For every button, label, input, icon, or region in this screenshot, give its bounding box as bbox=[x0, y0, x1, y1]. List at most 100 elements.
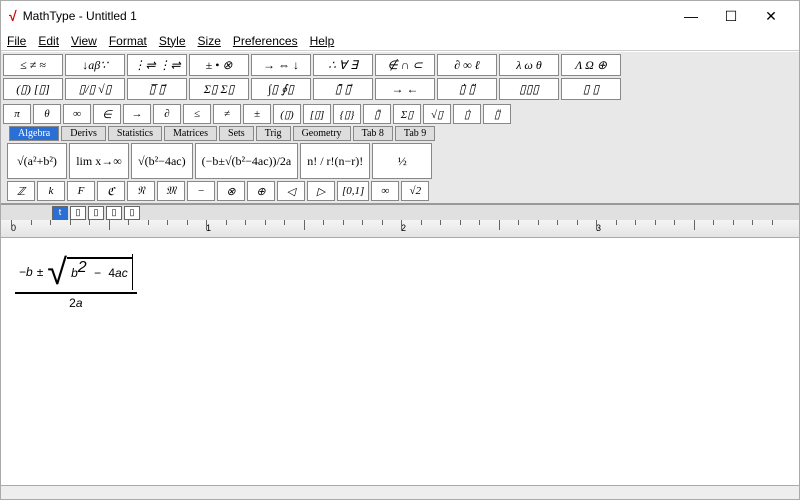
glyph-2[interactable]: F bbox=[67, 181, 95, 201]
menu-size[interactable]: Size bbox=[198, 34, 221, 48]
eq-2: 2 bbox=[69, 296, 76, 310]
glyph-11[interactable]: [0,1] bbox=[337, 181, 369, 201]
menu-help[interactable]: Help bbox=[310, 34, 335, 48]
palette-templates-7[interactable]: ▯̇ ▯̈ bbox=[437, 78, 497, 100]
sqrt-icon: √ bbox=[47, 257, 67, 287]
view-mode-4[interactable]: ▯ bbox=[124, 206, 140, 220]
view-mode-2[interactable]: ▯ bbox=[88, 206, 104, 220]
palette-templates-8[interactable]: ▯▯▯ bbox=[499, 78, 559, 100]
eq-a: a bbox=[115, 266, 122, 280]
eq-c: c bbox=[122, 266, 128, 280]
view-mode-0[interactable]: t bbox=[52, 206, 68, 220]
palette-relations-5[interactable]: ∴ ∀ ∃ bbox=[313, 54, 373, 76]
glyph-7[interactable]: ⊗ bbox=[217, 181, 245, 201]
menu-style[interactable]: Style bbox=[159, 34, 186, 48]
eq-plusminus: ± bbox=[37, 265, 44, 279]
symbol-btn-8[interactable]: ± bbox=[243, 104, 271, 124]
equation-canvas[interactable]: − b ± √ b2 − 4ac 2a bbox=[1, 238, 799, 485]
symbol-btn-14[interactable]: √▯ bbox=[423, 104, 451, 124]
palette-templates-6[interactable]: → ← bbox=[375, 78, 435, 100]
glyph-9[interactable]: ◁ bbox=[277, 181, 305, 201]
glyph-12[interactable]: ∞ bbox=[371, 181, 399, 201]
tab-geometry[interactable]: Geometry bbox=[293, 126, 351, 141]
eq-b: b bbox=[26, 265, 33, 279]
palette-templates-4[interactable]: ∫▯ ∮▯ bbox=[251, 78, 311, 100]
template-2[interactable]: √(b²−4ac) bbox=[131, 143, 193, 179]
symbol-btn-11[interactable]: {▯} bbox=[333, 104, 361, 124]
title-bar: √ MathType - Untitled 1 — ☐ ✕ bbox=[1, 1, 799, 31]
view-mode-1[interactable]: ▯ bbox=[70, 206, 86, 220]
palette-relations-6[interactable]: ∉ ∩ ⊂ bbox=[375, 54, 435, 76]
glyph-6[interactable]: − bbox=[187, 181, 215, 201]
palette-relations-4[interactable]: → ⇔ ↓ bbox=[251, 54, 311, 76]
palette-templates-5[interactable]: ▯̄ ▯⃗ bbox=[313, 78, 373, 100]
app-logo-icon: √ bbox=[9, 8, 17, 24]
menu-file[interactable]: File bbox=[7, 34, 26, 48]
palette-templates-0[interactable]: (▯) [▯] bbox=[3, 78, 63, 100]
symbol-btn-3[interactable]: ∈ bbox=[93, 104, 121, 124]
menu-view[interactable]: View bbox=[71, 34, 97, 48]
template-4[interactable]: n! / r!(n−r)! bbox=[300, 143, 370, 179]
symbol-btn-5[interactable]: ∂ bbox=[153, 104, 181, 124]
eq-minus: − bbox=[19, 265, 26, 279]
symbol-btn-4[interactable]: → bbox=[123, 104, 151, 124]
tab-matrices[interactable]: Matrices bbox=[164, 126, 217, 141]
symbol-btn-1[interactable]: θ bbox=[33, 104, 61, 124]
symbol-btn-9[interactable]: (▯) bbox=[273, 104, 301, 124]
symbol-btn-0[interactable]: π bbox=[3, 104, 31, 124]
palette-relations-8[interactable]: λ ω θ bbox=[499, 54, 559, 76]
glyph-5[interactable]: 𝔐 bbox=[157, 181, 185, 201]
close-button[interactable]: ✕ bbox=[751, 8, 791, 25]
tab-trig[interactable]: Trig bbox=[256, 126, 291, 141]
tab-derivs[interactable]: Derivs bbox=[61, 126, 106, 141]
palette-templates-1[interactable]: ▯/▯ √▯ bbox=[65, 78, 125, 100]
palette-relations-1[interactable]: ↓aβ∵ bbox=[65, 54, 125, 76]
eq-b2: b bbox=[71, 266, 78, 280]
view-toolbar: t▯▯▯▯ bbox=[1, 204, 799, 220]
template-3[interactable]: (−b±√(b²−4ac))/2a bbox=[195, 143, 299, 179]
symbol-btn-2[interactable]: ∞ bbox=[63, 104, 91, 124]
horizontal-scrollbar[interactable] bbox=[1, 485, 799, 499]
glyph-10[interactable]: ▷ bbox=[307, 181, 335, 201]
eq-sq: 2 bbox=[78, 259, 87, 276]
tool-panel: ≤ ≠ ≈↓aβ∵⋮⇌ ⋮⇌± • ⊗→ ⇔ ↓∴ ∀ ∃∉ ∩ ⊂∂ ∞ ℓλ… bbox=[1, 51, 799, 204]
tab-tab8[interactable]: Tab 8 bbox=[353, 126, 393, 141]
maximize-button[interactable]: ☐ bbox=[711, 8, 751, 25]
text-cursor bbox=[132, 254, 133, 290]
palette-templates-3[interactable]: Σ▯ Σ▯ bbox=[189, 78, 249, 100]
palette-templates-9[interactable]: ▯ ▯ bbox=[561, 78, 621, 100]
palette-relations-3[interactable]: ± • ⊗ bbox=[189, 54, 249, 76]
symbol-btn-12[interactable]: ▯̄ bbox=[363, 104, 391, 124]
template-1[interactable]: lim x→∞ bbox=[69, 143, 129, 179]
template-0[interactable]: √(a²+b²) bbox=[7, 143, 67, 179]
palette-relations-2[interactable]: ⋮⇌ ⋮⇌ bbox=[127, 54, 187, 76]
symbol-btn-6[interactable]: ≤ bbox=[183, 104, 211, 124]
palette-templates-2[interactable]: ▯̅ ▯⃗ bbox=[127, 78, 187, 100]
palette-relations-7[interactable]: ∂ ∞ ℓ bbox=[437, 54, 497, 76]
symbol-btn-13[interactable]: Σ▯ bbox=[393, 104, 421, 124]
symbol-btn-7[interactable]: ≠ bbox=[213, 104, 241, 124]
minimize-button[interactable]: — bbox=[671, 8, 711, 24]
glyph-13[interactable]: √2 bbox=[401, 181, 429, 201]
glyph-4[interactable]: 𝔑 bbox=[127, 181, 155, 201]
menu-edit[interactable]: Edit bbox=[38, 34, 59, 48]
equation[interactable]: − b ± √ b2 − 4ac 2a bbox=[15, 252, 137, 310]
tab-algebra[interactable]: Algebra bbox=[9, 126, 59, 141]
tab-tab9[interactable]: Tab 9 bbox=[395, 126, 435, 141]
symbol-btn-15[interactable]: ▯̇ bbox=[453, 104, 481, 124]
glyph-1[interactable]: k bbox=[37, 181, 65, 201]
menu-format[interactable]: Format bbox=[109, 34, 147, 48]
glyph-8[interactable]: ⊕ bbox=[247, 181, 275, 201]
symbol-btn-16[interactable]: ▯̈ bbox=[483, 104, 511, 124]
menu-preferences[interactable]: Preferences bbox=[233, 34, 298, 48]
view-mode-3[interactable]: ▯ bbox=[106, 206, 122, 220]
palette-relations-9[interactable]: Λ Ω ⊕ bbox=[561, 54, 621, 76]
palette-relations-0[interactable]: ≤ ≠ ≈ bbox=[3, 54, 63, 76]
glyph-3[interactable]: ℭ bbox=[97, 181, 125, 201]
template-5[interactable]: ½ bbox=[372, 143, 432, 179]
window-title: MathType - Untitled 1 bbox=[23, 9, 671, 23]
symbol-btn-10[interactable]: [▯] bbox=[303, 104, 331, 124]
tab-sets[interactable]: Sets bbox=[219, 126, 254, 141]
glyph-0[interactable]: ℤ bbox=[7, 181, 35, 201]
tab-statistics[interactable]: Statistics bbox=[108, 126, 162, 141]
